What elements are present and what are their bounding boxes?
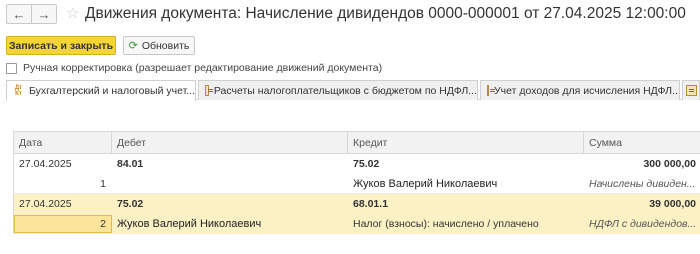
arrow-left-icon: ←	[12, 6, 26, 22]
title-bar: ← → ☆ Движения документа: Начисление див…	[0, 0, 700, 30]
postings-table: Дата Дебет Кредит Сумма 27.04.2025 84.01…	[13, 131, 700, 234]
back-button[interactable]: ←	[6, 4, 32, 24]
table-row[interactable]: 2 Жуков Валерий Николаевич Налог (взносы…	[14, 214, 700, 234]
column-header-debet[interactable]: Дебет	[112, 132, 348, 153]
command-bar: Записать и закрыть ⟳ Обновить	[0, 36, 700, 56]
save-and-close-button[interactable]: Записать и закрыть	[6, 36, 116, 55]
tab-label: Расчеты налогоплательщиков с бюджетом по…	[213, 84, 477, 97]
register-icon	[487, 85, 495, 96]
tab-ndfl-budget[interactable]: Расчеты налогоплательщиков с бюджетом по…	[198, 80, 478, 100]
manual-adjust-checkbox[interactable]	[6, 62, 17, 74]
kredit-account-cell: 75.02	[353, 158, 380, 170]
debet-subconto-cell	[112, 174, 348, 193]
content-cell: НДФЛ с дивидендов...	[589, 218, 697, 230]
refresh-button[interactable]: ⟳ Обновить	[123, 36, 195, 55]
tab-more[interactable]	[682, 80, 700, 100]
table-row[interactable]: 1 Жуков Валерий Николаевич Начислены див…	[14, 174, 700, 194]
debet-account-cell: 84.01	[117, 158, 144, 170]
forward-button[interactable]: →	[31, 4, 57, 24]
column-header-kredit[interactable]: Кредит	[348, 132, 584, 153]
kredit-account-cell: 68.01.1	[353, 198, 389, 210]
manual-adjust-label[interactable]: Ручная корректировка (разрешает редактир…	[23, 62, 382, 74]
tab-label: Бухгалтерский и налоговый учет...	[28, 85, 195, 97]
tab-accounting[interactable]: Дт Кт Бухгалтерский и налоговый учет...	[6, 80, 196, 101]
date-cell: 27.04.2025	[19, 198, 72, 210]
refresh-label: Обновить	[141, 39, 190, 52]
column-header-sum[interactable]: Сумма	[584, 132, 700, 153]
row-index-cell[interactable]: 2	[14, 214, 112, 234]
register-tabs: Дт Кт Бухгалтерский и налоговый учет... Р…	[6, 80, 700, 101]
table-header: Дата Дебет Кредит Сумма	[14, 132, 700, 154]
dt-kt-icon: Дт Кт	[14, 85, 23, 97]
arrow-right-icon: →	[37, 6, 51, 22]
debet-account-cell: 75.02	[117, 198, 144, 210]
kredit-subconto-cell: Жуков Валерий Николаевич	[353, 177, 498, 190]
tab-ndfl-income[interactable]: Учет доходов для исчисления НДФЛ...	[480, 80, 680, 100]
sum-cell: 300 000,00	[643, 158, 696, 170]
table-row[interactable]: 27.04.2025 75.02 68.01.1 39 000,00	[14, 194, 700, 214]
page-title: Движения документа: Начисление дивидендо…	[85, 5, 686, 22]
refresh-icon: ⟳	[128, 40, 138, 52]
date-cell: 27.04.2025	[19, 158, 72, 170]
row-index-cell: 1	[100, 177, 106, 190]
register-icon	[205, 85, 213, 96]
manual-adjust-row: Ручная корректировка (разрешает редактир…	[6, 61, 382, 75]
star-icon[interactable]: ☆	[66, 4, 79, 22]
debet-subconto-cell: Жуков Валерий Николаевич	[117, 218, 262, 230]
tab-label: Учет доходов для исчисления НДФЛ...	[494, 84, 680, 97]
kredit-subconto-cell: Налог (взносы): начислено / уплачено	[353, 218, 539, 230]
content-cell: Начислены дивиден...	[589, 177, 696, 190]
sum-cell: 39 000,00	[649, 198, 696, 210]
column-header-date[interactable]: Дата	[14, 132, 112, 153]
table-row[interactable]: 27.04.2025 84.01 75.02 300 000,00	[14, 154, 700, 174]
register-icon	[686, 85, 697, 96]
